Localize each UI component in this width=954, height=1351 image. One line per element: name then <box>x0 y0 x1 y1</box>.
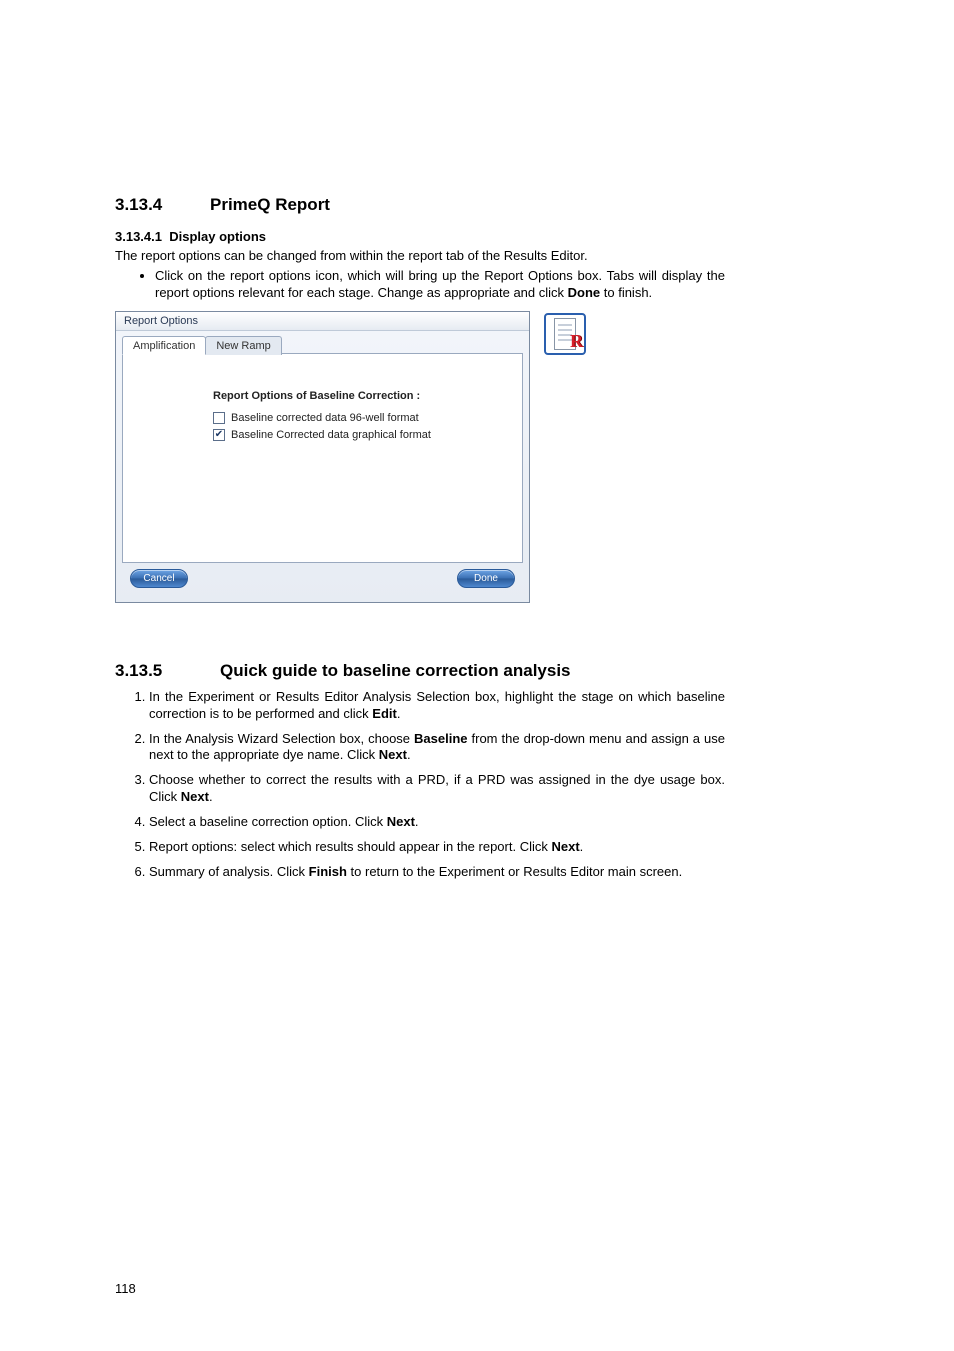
tab-new-ramp[interactable]: New Ramp <box>205 336 281 355</box>
section-title: Quick guide to baseline correction analy… <box>220 661 571 680</box>
step-3: Choose whether to correct the results wi… <box>149 772 725 806</box>
tab-amplification[interactable]: Amplification <box>122 336 206 355</box>
step-2: In the Analysis Wizard Selection box, ch… <box>149 731 725 765</box>
dialog-buttons: Cancel Done <box>122 563 523 596</box>
report-options-dialog: Report Options Amplification New Ramp Re… <box>115 311 530 603</box>
tab-strip: Amplification New Ramp <box>122 335 523 354</box>
subsection-title: Display options <box>169 229 266 244</box>
section-heading-3134: 3.13.4PrimeQ Report <box>115 195 725 215</box>
section-heading-3135: 3.13.5Quick guide to baseline correction… <box>115 661 725 681</box>
checkbox-row-2: ✔ Baseline Corrected data graphical form… <box>213 429 508 441</box>
section-number: 3.13.5 <box>115 661 220 681</box>
step-4: Select a baseline correction option. Cli… <box>149 814 725 831</box>
pane-title: Report Options of Baseline Correction : <box>213 390 508 402</box>
report-options-icon[interactable]: R <box>544 313 586 355</box>
cancel-button[interactable]: Cancel <box>130 569 188 588</box>
dialog-body: Amplification New Ramp Report Options of… <box>116 331 529 602</box>
bullet-item-1: Click on the report options icon, which … <box>155 268 725 301</box>
document-page: 3.13.4PrimeQ Report 3.13.4.1 Display opt… <box>0 0 840 929</box>
dialog-titlebar: Report Options <box>116 312 529 331</box>
bullet-list: Click on the report options icon, which … <box>115 268 725 301</box>
r-letter: R <box>570 331 583 352</box>
checkbox-96well-label: Baseline corrected data 96-well format <box>231 412 419 424</box>
checkbox-row-1: Baseline corrected data 96-well format <box>213 412 508 424</box>
checkbox-graphical-label: Baseline Corrected data graphical format <box>231 429 431 441</box>
page-number: 118 <box>115 1281 136 1296</box>
figure-row: Report Options Amplification New Ramp Re… <box>115 311 725 603</box>
tab-pane: Report Options of Baseline Correction : … <box>122 353 523 563</box>
subsection-heading-31341: 3.13.4.1 Display options <box>115 229 725 244</box>
section-title: PrimeQ Report <box>210 195 330 214</box>
done-button[interactable]: Done <box>457 569 515 588</box>
steps-list: In the Experiment or Results Editor Anal… <box>115 689 725 881</box>
step-5: Report options: select which results sho… <box>149 839 725 856</box>
checkbox-96well[interactable] <box>213 412 225 424</box>
subsection-number: 3.13.4.1 <box>115 229 162 244</box>
checkbox-graphical[interactable]: ✔ <box>213 429 225 441</box>
section-number: 3.13.4 <box>115 195 210 215</box>
intro-paragraph: The report options can be changed from w… <box>115 248 725 264</box>
step-6: Summary of analysis. Click Finish to ret… <box>149 864 725 881</box>
step-1: In the Experiment or Results Editor Anal… <box>149 689 725 723</box>
